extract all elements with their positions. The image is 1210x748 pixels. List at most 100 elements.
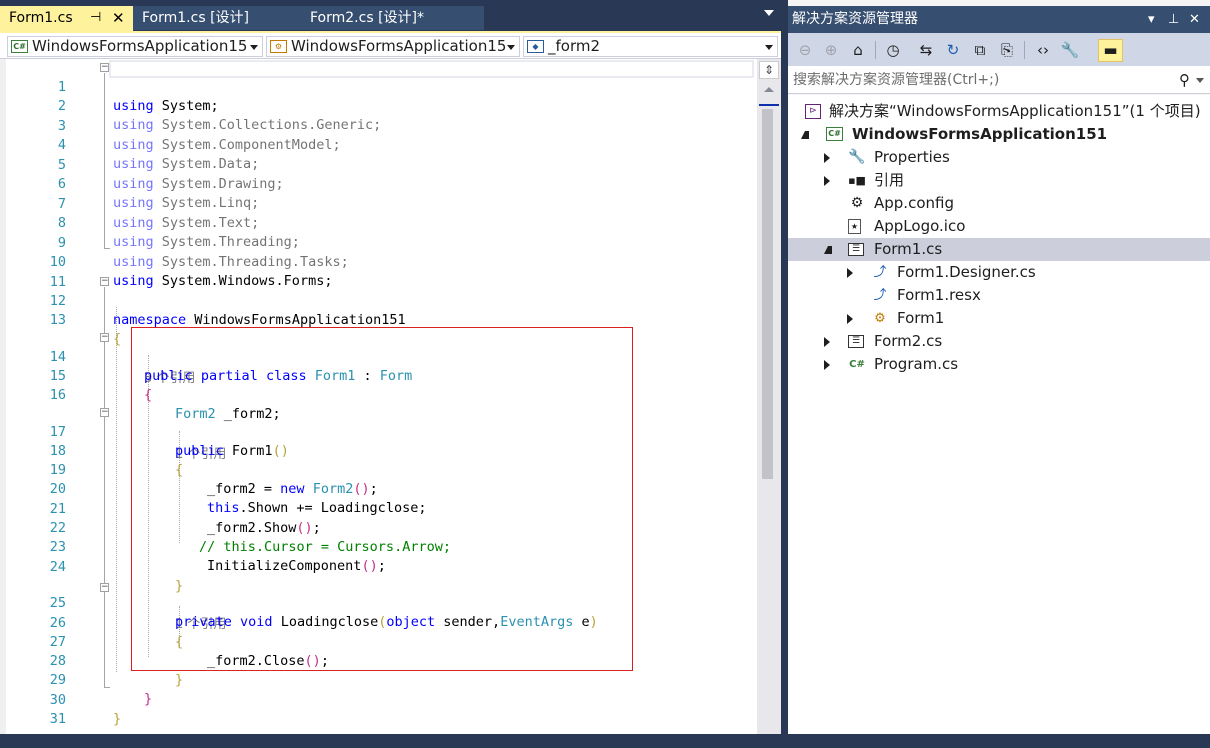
wrench-icon: 🔧 (848, 149, 866, 165)
tree-item-label: Form2.cs (874, 332, 943, 350)
collapsed-triangle-icon[interactable] (824, 176, 830, 186)
tab-form1-designer[interactable]: Form1.cs [设计] (133, 6, 301, 30)
tree-item-project[interactable]: C# WindowsFormsApplication151 (788, 123, 1210, 146)
collapse-all-icon[interactable]: ⧉ (970, 40, 990, 60)
class-icon: ⚙ (874, 311, 886, 326)
chevron-down-icon[interactable] (1196, 78, 1204, 83)
tree-item-label: 解决方案“WindowsFormsApplication151”(1 个项目) (829, 102, 1201, 120)
code-line: 30 } (0, 672, 757, 727)
line-number: 16 (49, 387, 66, 403)
code-line: 3 using System.ComponentModel; (0, 98, 757, 153)
search-icon[interactable]: ⚲ (1179, 66, 1190, 94)
tree-item-form1-class[interactable]: ⚙ Form1 (788, 307, 1210, 330)
code-line: 2 using System.Collections.Generic; (0, 78, 757, 133)
navigation-bar: C# WindowsFormsApplication15 ⚙ WindowsFo… (0, 31, 781, 59)
class-dropdown[interactable]: ⚙ WindowsFormsApplication15 (266, 36, 520, 57)
tree-item-app-config[interactable]: ⚙ App.config (788, 192, 1210, 215)
close-icon[interactable]: ✕ (1189, 6, 1200, 33)
window-position-icon[interactable]: ▾ (1148, 6, 1155, 33)
vertical-scrollbar[interactable]: ⇕ (757, 59, 781, 734)
project-dropdown-label: WindowsFormsApplication15 (32, 37, 248, 55)
tab-overflow-dropdown-icon[interactable] (764, 10, 774, 16)
tree-item-label: App.config (874, 194, 954, 212)
tree-item-label: WindowsFormsApplication151 (852, 125, 1108, 143)
back-icon[interactable]: ⊖ (795, 40, 815, 60)
resx-file-icon: ⤴ (873, 288, 887, 303)
line-number: 31 (49, 711, 66, 727)
document-tab-strip: Form1.cs ⊣ ✕ Form1.cs [设计] Form2.cs [设计]… (0, 0, 781, 31)
code-line: 5 using System.Drawing; (0, 137, 757, 192)
close-icon[interactable]: ✕ (112, 6, 125, 30)
pin-icon[interactable]: ⊥ (1168, 6, 1179, 33)
refresh-icon[interactable]: ↻ (943, 40, 963, 60)
tree-item-references[interactable]: ▪■ 引用 (788, 169, 1210, 192)
tree-item-form2-cs[interactable]: ☰ Form2.cs (788, 330, 1210, 353)
collapsed-triangle-icon[interactable] (847, 314, 853, 324)
pin-icon[interactable]: ⊣ (90, 6, 101, 30)
properties-wrench-icon[interactable]: 🔧 (1060, 40, 1080, 60)
collapsed-triangle-icon[interactable] (847, 268, 853, 278)
scrollbar-thumb[interactable] (762, 109, 773, 479)
tree-item-applogo[interactable]: ★ AppLogo.ico (788, 215, 1210, 238)
caret-position-marker (759, 104, 779, 106)
tree-item-program-cs[interactable]: C# Program.cs (788, 353, 1210, 376)
sync-with-document-icon[interactable]: ⇆ (916, 40, 936, 60)
code-line: 9 using System.Threading.Tasks; (0, 215, 757, 270)
code-line: 12 namespace WindowsFormsApplication151 (0, 273, 757, 328)
forward-icon[interactable]: ⊕ (821, 40, 841, 60)
pending-changes-filter-icon[interactable]: ◷ (883, 40, 903, 60)
csharp-file-icon: C# (849, 359, 865, 370)
preview-selected-items-icon[interactable]: ▬ (1098, 39, 1123, 62)
code-line: 11 (0, 254, 757, 290)
tab-form1-cs[interactable]: Form1.cs ⊣ ✕ (0, 6, 133, 31)
tree-item-properties[interactable]: 🔧 Properties (788, 146, 1210, 169)
project-dropdown[interactable]: C# WindowsFormsApplication15 (7, 36, 263, 57)
tree-item-label: Form1.resx (897, 286, 981, 304)
highlight-annotation-box (131, 327, 633, 671)
tree-item-label: Properties (874, 148, 950, 166)
tab-form2-designer[interactable]: Form2.cs [设计]* (301, 6, 484, 30)
scroll-up-icon[interactable] (764, 87, 774, 92)
pane-splitter[interactable] (781, 0, 788, 734)
ide-window: Form1.cs ⊣ ✕ Form1.cs [设计] Form2.cs [设计]… (0, 0, 1210, 734)
member-dropdown-label: _form2 (548, 37, 601, 55)
split-window-icon[interactable]: ⇕ (759, 61, 779, 79)
tree-item-form1-designer[interactable]: ⤴ Form1.Designer.cs (788, 261, 1210, 284)
form-icon: ☰ (848, 335, 864, 348)
panel-title: 解决方案资源管理器 (792, 11, 918, 27)
tree-item-label: 引用 (874, 171, 905, 189)
collapsed-triangle-icon[interactable] (824, 360, 830, 370)
code-line: 31 (0, 691, 757, 727)
solution-explorer-title-bar: 解决方案资源管理器 ▾ ⊥ ✕ (788, 6, 1210, 33)
collapsed-triangle-icon[interactable] (824, 153, 830, 163)
code-editor-pane: Form1.cs ⊣ ✕ Form1.cs [设计] Form2.cs [设计]… (0, 0, 781, 734)
tree-item-label: AppLogo.ico (874, 217, 966, 235)
code-line: 13 { (0, 292, 757, 347)
code-line: 1 using System; (0, 59, 757, 114)
code-line: 10 using System.Windows.Forms; (0, 234, 757, 289)
tree-item-form1-cs[interactable]: ☰ Form1.cs (788, 238, 1210, 261)
tree-item-label: Form1.Designer.cs (897, 263, 1036, 281)
show-all-files-icon[interactable]: ⎘ (997, 40, 1017, 60)
home-icon[interactable]: ⌂ (848, 40, 868, 60)
code-text-area[interactable]: − − − − − 1 using System; 2 using System… (0, 59, 757, 734)
chevron-down-icon (507, 45, 515, 50)
expanded-triangle-icon[interactable] (801, 131, 809, 139)
tree-item-solution[interactable]: ⊳ 解决方案“WindowsFormsApplication151”(1 个项目… (788, 100, 1210, 123)
code-line: 7 using System.Text; (0, 176, 757, 231)
view-code-icon[interactable]: ‹› (1033, 40, 1053, 60)
config-icon: ⚙ (850, 195, 864, 211)
csharp-project-icon: C# (11, 40, 28, 53)
expanded-triangle-icon[interactable] (824, 246, 832, 254)
tree-item-form1-resx[interactable]: ⤴ Form1.resx (788, 284, 1210, 307)
solution-explorer-search[interactable]: 搜索解决方案资源管理器(Ctrl+;) ⚲ (788, 66, 1210, 94)
chevron-down-icon (765, 45, 773, 50)
tree-item-label: Program.cs (874, 355, 959, 373)
tab-label: Form2.cs [设计]* (310, 10, 424, 26)
solution-icon: ⊳ (805, 104, 821, 119)
chevron-down-icon (250, 45, 258, 50)
class-dropdown-label: WindowsFormsApplication15 (291, 37, 507, 55)
collapsed-triangle-icon[interactable] (824, 337, 830, 347)
member-dropdown[interactable]: ◆ _form2 (523, 36, 778, 57)
private-field-icon: ◆ (527, 40, 544, 53)
